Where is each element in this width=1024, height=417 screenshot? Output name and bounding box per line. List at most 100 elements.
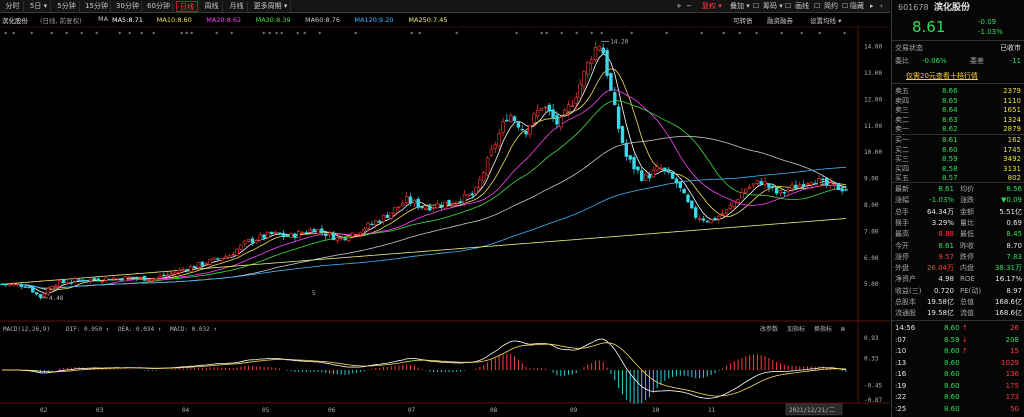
stat-label: 总股本 [895, 298, 916, 306]
asks-row[interactable]: 卖五 8.66 2379 [892, 86, 1024, 96]
macd-control[interactable]: 加指标 [787, 325, 805, 333]
toolbar-control[interactable]: ☐ [753, 1, 759, 12]
toolbar-control[interactable]: + [676, 1, 682, 12]
toolbar-control[interactable]: ☐ [785, 1, 791, 12]
event-marker-icon[interactable]: * [152, 31, 156, 38]
candle [65, 282, 70, 285]
candle [620, 126, 625, 144]
event-marker-icon[interactable]: * [180, 31, 184, 38]
toolbar-control[interactable]: 叠加 ▾ [730, 1, 750, 12]
event-marker-icon[interactable]: * [4, 31, 8, 38]
adjust-mode: (日线, 前复权) [40, 17, 82, 25]
event-marker-icon[interactable]: * [575, 31, 579, 38]
candle [420, 206, 424, 209]
event-marker-icon[interactable]: * [630, 31, 634, 38]
event-marker-icon[interactable]: * [118, 31, 122, 38]
convertible-bond-link[interactable]: 可转债 [733, 15, 753, 25]
bids-row[interactable]: 买二 8.60 1745 [892, 145, 1024, 155]
event-marker-icon[interactable]: * [843, 31, 847, 38]
period-tab[interactable]: 5分钟 [54, 1, 80, 12]
candle [516, 122, 521, 128]
period-tab[interactable]: 周线 [201, 1, 223, 12]
event-marker-icon[interactable]: * [318, 31, 322, 38]
event-marker-icon[interactable]: * [262, 31, 266, 38]
event-marker-icon[interactable]: * [280, 31, 284, 38]
event-marker-icon[interactable]: * [738, 31, 742, 38]
toolbar-control[interactable]: 筹码 ▾ [763, 1, 783, 12]
toolbar-control[interactable]: 画线 [795, 1, 809, 12]
macd-control[interactable]: 换指标 [814, 325, 832, 333]
event-marker-icon[interactable]: * [12, 31, 16, 38]
period-tab[interactable]: 分时 [2, 1, 24, 12]
toolbar-control[interactable]: 简约 [824, 1, 838, 12]
asks-row[interactable]: 卖二 8.63 1324 [892, 115, 1024, 125]
ma-settings-link[interactable]: 设置均线 ▾ [810, 15, 841, 25]
event-marker-icon[interactable]: * [560, 31, 564, 38]
event-marker-icon[interactable]: * [780, 31, 784, 38]
margin-trading-link[interactable]: 融资融券 [767, 15, 793, 25]
period-tab[interactable]: 60分钟 [145, 1, 173, 12]
event-marker-icon[interactable]: * [540, 31, 544, 38]
event-marker-icon[interactable]: * [410, 31, 414, 38]
event-marker-icon[interactable]: * [515, 31, 519, 38]
asks-row[interactable]: 卖一 8.62 2879 [892, 124, 1024, 134]
toolbar-control[interactable]: − [686, 1, 692, 12]
macd-control[interactable]: ⊠ [841, 326, 845, 333]
event-marker-icon[interactable]: * [30, 31, 34, 38]
event-marker-icon[interactable]: * [418, 31, 422, 38]
kline-chart[interactable]: 5.00 6.00 7.00 8.00 9.00 10.00 11.00 12.00 13.00… [0, 0, 890, 417]
event-marker-icon[interactable]: * [80, 31, 84, 38]
period-tab[interactable]: 15分钟 [83, 1, 111, 12]
event-marker-icon[interactable]: * [722, 31, 726, 38]
event-marker-icon[interactable]: * [455, 31, 459, 38]
bids-row[interactable]: 买四 8.58 3131 [892, 164, 1024, 174]
toolbar-control[interactable]: ▸ [870, 1, 874, 12]
asks-row[interactable]: 卖三 8.64 1651 [892, 105, 1024, 115]
ma-label[interactable]: MA [98, 15, 108, 23]
event-marker-icon[interactable]: * [354, 31, 358, 38]
event-marker-icon[interactable]: * [215, 31, 219, 38]
event-marker-icon[interactable]: * [755, 31, 759, 38]
asks-row[interactable]: 卖四 8.65 1110 [892, 96, 1024, 106]
tick-row: 14:56 8.60 ↑ 26 [892, 323, 1024, 333]
event-marker-icon[interactable]: * [296, 31, 300, 38]
period-tab[interactable]: 月线 [226, 1, 248, 12]
toolbar-control[interactable]: 隐藏 [850, 1, 864, 12]
asks-label: 卖一 [895, 125, 909, 133]
period-tab[interactable]: 5日 ▾ [27, 1, 51, 12]
toolbar-control[interactable]: 复权 ▾ [702, 1, 722, 12]
event-marker-icon[interactable]: * [65, 31, 69, 38]
candle [470, 193, 474, 196]
event-marker-icon[interactable]: * [128, 31, 132, 38]
bids-row[interactable]: 买一 8.61 162 [892, 135, 1024, 145]
period-tab[interactable]: 30分钟 [114, 1, 142, 12]
event-marker-icon[interactable]: * [190, 31, 194, 38]
macd-tick-label: -0.45 [864, 383, 882, 390]
stat-label: 涨停 [895, 252, 909, 261]
stat-row: 换手 3.29% 量比 0.69 [892, 218, 1024, 228]
event-marker-icon[interactable]: * [268, 31, 272, 38]
candle [443, 201, 447, 209]
macd-control[interactable]: 改参数 [760, 325, 778, 333]
event-marker-icon[interactable]: * [700, 31, 704, 38]
period-tab[interactable]: 更多周期 ▾ [251, 1, 291, 12]
event-marker-icon[interactable]: * [185, 31, 189, 38]
event-marker-icon[interactable]: * [275, 31, 279, 38]
event-marker-icon[interactable]: * [50, 31, 54, 38]
event-marker-icon[interactable]: * [665, 31, 669, 38]
level2-promo-link[interactable]: 仅需20元查看十档行情 [906, 71, 978, 81]
period-tab[interactable]: 日线 [176, 1, 198, 12]
toolbar-control[interactable]: ‹ [880, 1, 883, 12]
event-marker-icon[interactable]: * [600, 31, 604, 38]
event-marker-icon[interactable]: * [818, 31, 822, 38]
event-marker-icon[interactable]: * [800, 31, 804, 38]
event-marker-icon[interactable]: * [590, 31, 594, 38]
event-marker-icon[interactable]: * [545, 31, 549, 38]
event-marker-icon[interactable]: * [95, 31, 99, 38]
toolbar-control[interactable]: ☐ [814, 1, 820, 12]
event-marker-icon[interactable]: * [140, 31, 144, 38]
toolbar-control[interactable]: ☐ [842, 1, 848, 12]
event-marker-icon[interactable]: * [303, 31, 307, 38]
bids-row[interactable]: 买三 8.59 3492 [892, 154, 1024, 164]
event-marker-icon[interactable]: * [230, 31, 234, 38]
